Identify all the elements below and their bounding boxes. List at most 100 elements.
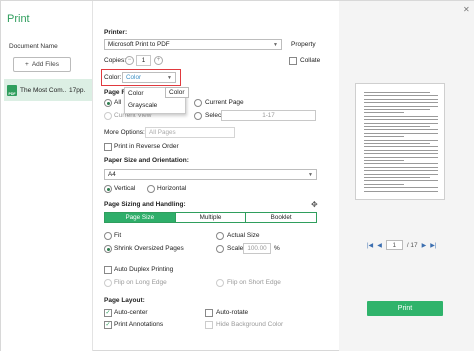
reverse-order-checkbox[interactable] [104,143,112,151]
more-options-value: All Pages [149,129,176,136]
document-page-count: 17pp. [69,86,86,94]
current-page-label: Current Page [205,99,244,106]
total-pages: / 17 [406,241,418,249]
preview-text-line [364,102,438,104]
current-page-radio[interactable] [194,99,202,107]
printer-label: Printer: [104,29,128,36]
selection-radio[interactable] [194,112,202,120]
property-button[interactable]: Property [291,41,316,48]
page-navigator: |◀ ◀ 1 / 17 ▶ ▶| [367,240,436,250]
page-preview [355,83,445,200]
tab-page-size[interactable]: Page Size [105,213,176,222]
tab-booklet[interactable]: Booklet [246,213,316,222]
preview-text-line [364,92,430,93]
preview-panel: ✕ |◀ ◀ 1 / 17 ▶ ▶| Print [339,1,474,351]
last-page-icon[interactable]: ▶| [430,242,436,249]
document-name-header: Document Name [9,43,58,50]
collate-checkbox[interactable] [289,57,297,65]
flip-short-edge-radio[interactable] [216,279,224,287]
actual-size-radio[interactable] [216,232,224,240]
preview-text-line [364,153,438,155]
preview-text-line [364,119,438,121]
scale-input[interactable]: 100.00 [243,243,271,254]
scale-label: Scale [227,245,244,252]
color-option-color[interactable]: Color [128,90,144,97]
preview-text-line [364,129,438,131]
current-page-input[interactable]: 1 [385,240,403,250]
preview-text-line [364,149,438,151]
plus-icon: + [25,61,29,68]
shrink-oversized-radio[interactable] [104,245,112,253]
chevron-down-icon: ▼ [167,75,172,81]
preview-text-line [364,156,438,158]
add-files-button[interactable]: + Add Files [13,57,71,72]
color-tooltip: Color [165,87,189,98]
flip-long-edge-radio[interactable] [104,279,112,287]
color-option-grayscale[interactable]: Grayscale [128,102,157,109]
preview-text-line [364,187,438,189]
auto-rotate-checkbox[interactable] [205,309,213,317]
copies-increment-button[interactable]: + [154,56,163,65]
close-icon[interactable]: ✕ [463,5,470,14]
printer-select[interactable]: Microsoft Print to PDF ▼ [104,39,282,50]
preview-text-line [364,109,430,110]
color-label: Color: [104,74,122,81]
page-layout-label: Page Layout: [104,297,145,304]
document-list-item[interactable]: PDF The Most Com... 17pp. [4,79,92,101]
paper-size-select[interactable]: A4 ▼ [104,169,317,180]
copies-input[interactable]: 1 [136,55,151,66]
color-select[interactable]: Color ▼ [122,72,176,83]
horizontal-radio[interactable] [147,185,155,193]
paper-size-label: Paper Size and Orientation: [104,157,189,164]
page-sizing-label: Page Sizing and Handling: [104,201,186,208]
tab-multiple[interactable]: Multiple [176,213,247,222]
all-pages-radio[interactable] [104,99,112,107]
preview-text-line [364,173,438,175]
preview-text-line [364,180,438,182]
print-annotations-checkbox[interactable]: ✓ [104,321,112,329]
scale-unit: % [274,245,280,252]
auto-center-label: Auto-center [114,309,148,316]
preview-text-line [364,183,404,185]
copies-label: Copies: [104,57,127,64]
sizing-tabs: Page Size Multiple Booklet [104,212,317,223]
current-view-radio[interactable] [104,112,112,120]
preview-text-line [364,98,438,100]
preview-text-line [364,122,438,124]
hide-background-checkbox[interactable] [205,321,213,329]
preview-text-line [364,95,438,97]
add-files-label: Add Files [31,61,59,68]
auto-duplex-checkbox[interactable] [104,266,112,274]
preview-text-line [364,143,430,144]
flip-short-edge-label: Flip on Short Edge [227,279,281,286]
preview-text-line [364,146,438,148]
selection-range-input[interactable]: 1-17 [221,110,316,121]
auto-center-checkbox[interactable]: ✓ [104,309,112,317]
auto-rotate-label: Auto-rotate [216,309,249,316]
next-page-icon[interactable]: ▶ [422,242,427,249]
horizontal-label: Horizontal [157,185,187,192]
first-page-icon[interactable]: |◀ [367,242,373,249]
flip-long-edge-label: Flip on Long Edge [114,279,167,286]
shrink-oversized-label: Shrink Oversized Pages [114,245,184,252]
move-icon[interactable]: ✥ [311,200,318,209]
previous-page-icon[interactable]: ◀ [377,242,382,249]
actual-size-label: Actual Size [227,232,260,239]
chevron-down-icon: ▼ [308,172,313,178]
copies-decrement-button[interactable]: − [125,56,134,65]
preview-text-line [364,160,404,161]
more-options-select[interactable]: All Pages [145,127,235,138]
preview-text-line [364,190,438,192]
print-button[interactable]: Print [367,301,443,316]
printer-select-value: Microsoft Print to PDF [108,41,170,48]
vertical-radio[interactable] [104,185,112,193]
preview-text-line [364,139,438,141]
document-title: The Most Com... [20,86,66,94]
preview-text-line [364,115,438,117]
preview-text-line [364,170,438,172]
hide-background-label: Hide Background Color [216,321,284,328]
more-options-label: More Options: [104,129,145,136]
scale-radio[interactable] [216,245,224,253]
fit-radio[interactable] [104,232,112,240]
chevron-down-icon: ▼ [273,42,278,48]
